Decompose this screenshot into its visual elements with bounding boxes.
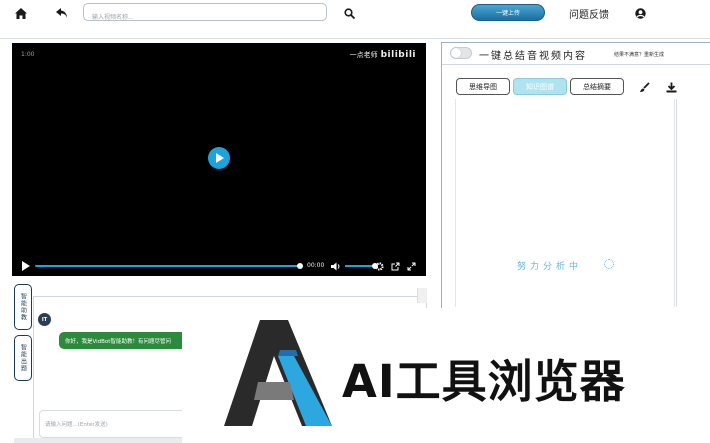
tab-mindmap[interactable]: 思维导图 [456, 78, 510, 95]
play-overlay-button[interactable] [208, 147, 230, 169]
summary-toggle[interactable] [450, 47, 472, 59]
tab-assistant[interactable]: 智能助教 [14, 284, 32, 330]
progress-bar[interactable] [35, 265, 300, 267]
summary-header: 一键总结音视频内容 结果不满意？重新生成 [442, 43, 710, 65]
tab-quiz-label: 智能出题 [19, 344, 27, 372]
search-box[interactable] [83, 3, 327, 26]
chat-bottom-bar [14, 438, 184, 443]
header-divider [0, 38, 710, 39]
home-icon[interactable] [13, 5, 29, 21]
video-corner-time: 1:00 [21, 51, 35, 58]
download-icon[interactable] [664, 80, 678, 94]
bot-message: 你好，我是VidBot智能助教！有问题尽管问 [59, 332, 199, 349]
search-input[interactable] [84, 9, 326, 26]
ai-logo-icon [224, 320, 332, 426]
user-circle-icon[interactable] [633, 5, 647, 21]
tab-quiz[interactable]: 智能出题 [14, 335, 32, 381]
popout-icon[interactable] [389, 260, 401, 272]
play-button[interactable] [19, 260, 31, 272]
tab-summary[interactable]: 总结摘要 [570, 78, 624, 95]
loading-spinner-icon [604, 259, 614, 269]
brush-icon[interactable] [637, 80, 651, 94]
chat-input[interactable] [40, 411, 198, 437]
bilibili-logo: bilibili [380, 50, 416, 60]
loading-text: 努力分析中 [517, 262, 583, 272]
back-arrow-icon[interactable] [54, 5, 70, 21]
video-brand: 一点老师 bilibili [350, 50, 416, 60]
upload-button[interactable]: 一键上传 [471, 4, 545, 21]
watermark-text: AI工具浏览器 [342, 355, 626, 408]
settings-gear-icon[interactable] [373, 260, 385, 272]
fullscreen-icon[interactable] [405, 260, 417, 272]
video-controls: 00:00 [12, 256, 426, 276]
play-icon [215, 153, 224, 163]
regenerate-link[interactable]: 结果不满意？重新生成 [614, 51, 664, 58]
summary-scrollbar[interactable] [676, 99, 688, 307]
top-bar: 一键上传 问题反馈 [0, 0, 710, 26]
brand-text: 一点老师 [349, 51, 378, 59]
tab-knowledge-graph[interactable]: 知识图谱 [513, 78, 567, 95]
chat-input-box[interactable] [39, 410, 199, 438]
chat-scrollbar[interactable] [417, 288, 427, 303]
bot-avatar: IT [38, 313, 51, 326]
current-time: 00:00 [307, 262, 325, 269]
tab-assistant-label: 智能助教 [19, 293, 27, 321]
volume-slider[interactable] [345, 265, 375, 267]
volume-icon[interactable] [330, 260, 342, 272]
video-player[interactable]: 1:00 一点老师 bilibili 00:00 [12, 43, 426, 276]
summary-title: 一键总结音视频内容 [479, 51, 587, 62]
summary-content-area [455, 99, 675, 307]
search-icon[interactable] [342, 5, 356, 21]
feedback-link[interactable]: 问题反馈 [569, 6, 609, 21]
toggle-knob [451, 48, 461, 58]
progress-handle[interactable] [297, 263, 303, 269]
